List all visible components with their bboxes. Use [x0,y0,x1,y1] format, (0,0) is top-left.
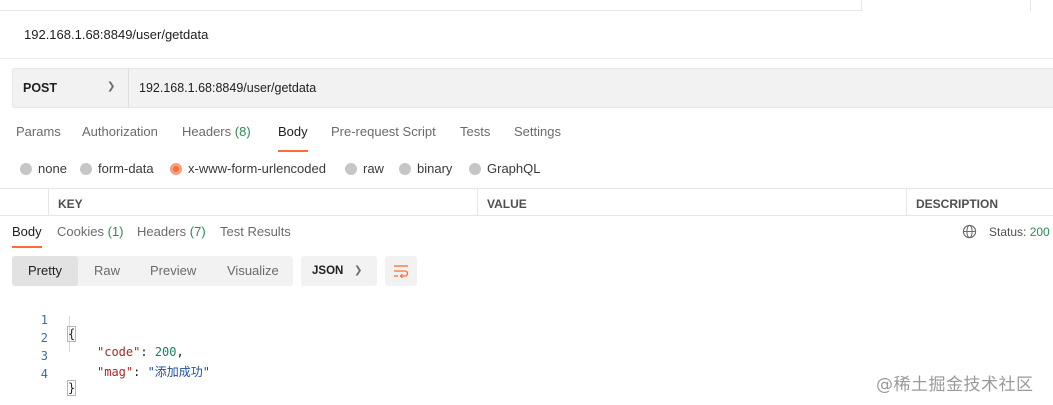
response-tab-body[interactable]: Body [12,224,42,239]
column-header: KEY [58,197,83,211]
status-label: Status: [989,225,1027,239]
tab-label: Cookies [57,224,104,239]
tab-count: (1) [107,224,124,239]
tab-label: Params [16,124,61,139]
active-tab-indicator [278,150,308,152]
json-key: "code" [97,345,141,359]
format-select[interactable]: JSON ❯ [301,256,377,286]
tab-settings[interactable]: Settings [514,124,561,139]
json-value: 200 [154,345,177,359]
view-preview-button[interactable]: Preview [134,256,212,286]
format-label: JSON [312,265,344,277]
method-label: POST [23,81,58,95]
tab-label: Authorization [82,124,158,139]
status-text: Status: 200 [989,225,1050,239]
view-mode-group: Pretty Raw Preview Visualize [12,256,293,286]
response-tab-cookies[interactable]: Cookies (1) [57,224,123,239]
response-body-editor[interactable]: 1 { 2 "code": 200, 3 "mag": "添加成功" 4 } [0,298,1053,396]
json-value: "添加成功" [147,365,211,379]
code-text: { [66,326,77,342]
radio-dot [399,163,411,175]
radio-none[interactable]: none [20,161,67,176]
request-tab[interactable] [0,0,862,11]
url-input[interactable]: 192.168.1.68:8849/user/getdata [139,81,316,95]
column-key: KEY [48,189,477,216]
view-pretty-button[interactable]: Pretty [12,256,78,286]
column-description: DESCRIPTION [906,189,1053,216]
column-header: DESCRIPTION [916,197,999,211]
view-label: Pretty [28,263,62,278]
tab-label: Pre-request Script [331,124,436,139]
response-tab-headers[interactable]: Headers (7) [137,224,206,239]
radio-dot [469,163,481,175]
tab-label: Headers [182,124,232,139]
tab-label: Test Results [220,224,291,239]
radio-x-www-form-urlencoded[interactable]: x-www-form-urlencoded [170,161,326,176]
method-select[interactable]: POST ❯ [13,69,129,107]
tab-headers[interactable]: Headers (8) [182,124,251,139]
radio-label: binary [417,161,453,176]
radio-dot [20,163,32,175]
active-response-tab-indicator [12,246,42,248]
code-line: 2 "code": 200, [0,317,184,359]
tab-tests[interactable]: Tests [460,124,490,139]
tab-label: Headers [137,224,187,239]
url-bar: POST ❯ 192.168.1.68:8849/user/getdata [12,68,1053,108]
tab-label: Body [12,224,42,239]
radio-graphql[interactable]: GraphQL [469,161,540,176]
view-label: Raw [94,263,121,278]
watermark: @稀土掘金技术社区 [876,375,1034,395]
tab-label: Tests [460,124,491,139]
radio-dot [345,163,357,175]
tab-label: Settings [514,124,561,139]
radio-label: form-data [98,161,154,176]
response-tab-test-results[interactable]: Test Results [220,224,291,239]
tab-count: (7) [189,224,206,239]
tab-body[interactable]: Body [278,124,308,139]
chevron-down-icon: ❯ [354,265,363,276]
code-text: } [66,380,77,396]
radio-label: none [38,161,67,176]
view-visualize-button[interactable]: Visualize [212,256,293,286]
chevron-down-icon: ❯ [107,81,116,92]
line-number: 1 [40,313,48,327]
view-label: Visualize [227,263,279,278]
status-code: 200 [1029,225,1050,239]
code-line: 1 { [0,299,77,342]
radio-dot [80,163,92,175]
key-value-table-header: KEY VALUE DESCRIPTION [0,188,1053,216]
json-punct: , [176,345,184,359]
code-text: "mag": "添加成功" [97,365,211,379]
radio-raw[interactable]: raw [345,161,384,176]
radio-label: GraphQL [487,161,541,176]
radio-form-data[interactable]: form-data [80,161,154,176]
globe-icon[interactable] [962,224,977,239]
view-label: Preview [150,263,197,278]
wrap-lines-button[interactable] [385,256,417,286]
json-key: "mag" [97,365,134,379]
tab-params[interactable]: Params [16,124,61,139]
view-raw-button[interactable]: Raw [78,256,134,286]
request-name[interactable]: 192.168.1.68:8849/user/getdata [24,27,208,42]
radio-label: raw [363,161,384,176]
radio-label: x-www-form-urlencoded [188,161,326,176]
divider [0,58,1053,59]
tab-authorization[interactable]: Authorization [82,124,158,139]
tab-label: Body [278,124,308,139]
line-number: 3 [40,349,48,363]
top-tab-strip [0,0,1053,12]
line-number: 4 [40,367,48,381]
tab-divider [1030,0,1031,11]
column-header: VALUE [487,197,527,211]
code-line: 3 "mag": "添加成功" [0,335,210,379]
radio-binary[interactable]: binary [399,161,452,176]
code-text: "code": 200, [97,345,184,359]
tab-count: (8) [234,124,251,139]
radio-dot-selected [170,163,182,175]
line-number: 2 [40,331,48,345]
code-line: 4 } [0,353,77,396]
wrap-lines-icon [394,265,409,278]
tab-pre-request-script[interactable]: Pre-request Script [331,124,436,139]
column-value: VALUE [477,189,906,216]
